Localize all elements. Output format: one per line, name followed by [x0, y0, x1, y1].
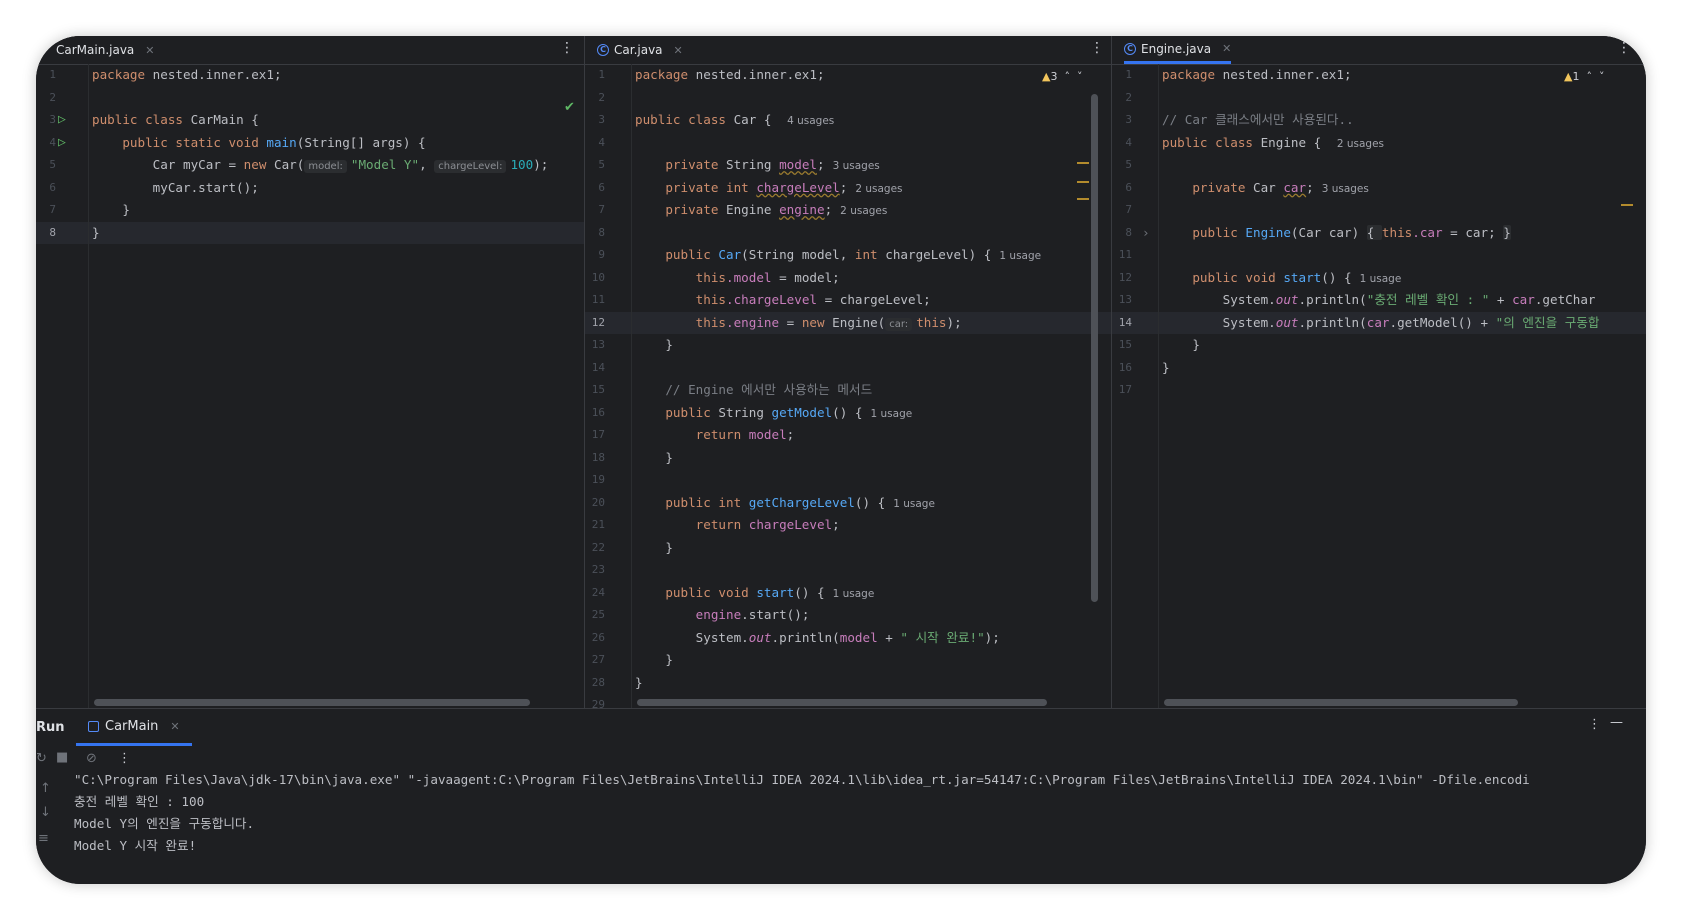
run-tab-label: CarMain — [105, 718, 159, 734]
editor-pane-car: C Car.java ✕ ⋮ ▲3 ˄ ˅ 1 package nested.in… — [584, 36, 1112, 708]
tab-bar: C Car.java ✕ ⋮ — [585, 36, 1112, 65]
tab-label: CarMain.java — [56, 43, 135, 57]
run-title: Run — [36, 720, 65, 735]
run-header: Run CarMain ✕ ⋮ — — [36, 709, 1646, 746]
class-icon: C — [597, 44, 609, 56]
console-output-line: "C:\Program Files\Java\jdk-17\bin\java.e… — [74, 772, 1530, 787]
more-options-icon[interactable]: ⋮ — [560, 40, 574, 56]
restore-layout-icon[interactable]: ⊘ — [86, 751, 97, 766]
param-hint: chargeLevel: — [434, 160, 507, 173]
run-gutter-icon[interactable]: ▷ — [58, 109, 66, 132]
tab-label: Car.java — [614, 43, 663, 57]
run-tab-carmain[interactable]: CarMain ✕ — [76, 709, 192, 746]
warning-stripe[interactable] — [1621, 204, 1633, 206]
console-output-line: Model Y 시작 완료! — [74, 838, 197, 853]
horizontal-scrollbar[interactable] — [637, 699, 1047, 706]
close-icon[interactable]: ✕ — [1222, 42, 1231, 55]
close-icon[interactable]: ✕ — [145, 44, 154, 57]
warning-stripe[interactable] — [1077, 181, 1089, 183]
ide-window: CarMain.java ✕ ⋮ ✔ 1 package nested.inner… — [36, 36, 1646, 884]
horizontal-scrollbar[interactable] — [1164, 699, 1518, 706]
editor-pane-engine: C Engine.java ✕ ⋮ ▲1 ˄ ˅ 1 package nested… — [1111, 36, 1646, 708]
close-icon[interactable]: ✕ — [674, 44, 683, 57]
run-panel: Run CarMain ✕ ⋮ — ↻ ■ ⊘ ⋮ ↑ ↓ ≡ "C:\Prog… — [36, 708, 1646, 884]
tab-bar: C Engine.java ✕ ⋮ — [1112, 36, 1646, 65]
tab-engine[interactable]: C Engine.java ✕ — [1124, 36, 1232, 64]
more-options-icon[interactable]: ⋮ — [1588, 717, 1601, 732]
more-options-icon[interactable]: ⋮ — [118, 751, 131, 766]
class-icon: C — [1124, 42, 1136, 55]
vertical-scrollbar[interactable] — [1091, 94, 1098, 602]
rerun-icon[interactable]: ↻ — [36, 751, 47, 766]
horizontal-scrollbar[interactable] — [94, 699, 530, 706]
soft-wrap-icon[interactable]: ≡ — [38, 831, 49, 846]
stop-icon[interactable]: ■ — [56, 750, 68, 765]
editor-pane-carmain: CarMain.java ✕ ⋮ ✔ 1 package nested.inner… — [36, 36, 584, 708]
warning-stripe[interactable] — [1077, 162, 1089, 164]
warning-stripe[interactable] — [1077, 198, 1089, 200]
code-area[interactable]: 1 package nested.inner.ex1; 2 3 public cla… — [585, 64, 1112, 708]
console-output-line: Model Y의 엔진을 구동합니다. — [74, 816, 255, 831]
scroll-down-icon[interactable]: ↓ — [40, 805, 51, 820]
minimize-icon[interactable]: — — [1610, 715, 1623, 730]
code-area[interactable]: 1 package nested.inner.ex1; 2 3// Car 클래스… — [1112, 64, 1646, 708]
param-hint: car: — [885, 317, 913, 331]
fold-chevron-icon[interactable]: › — [1142, 222, 1150, 245]
more-options-icon[interactable]: ⋮ — [1090, 40, 1104, 56]
tab-bar: CarMain.java ✕ ⋮ — [36, 36, 584, 65]
scroll-up-icon[interactable]: ↑ — [40, 781, 51, 796]
run-gutter-icon[interactable]: ▷ — [58, 132, 66, 155]
tab-label: Engine.java — [1141, 41, 1212, 56]
console-output-line: 충전 레벨 확인 : 100 — [74, 794, 205, 809]
close-icon[interactable]: ✕ — [170, 720, 179, 733]
code-area[interactable]: 1 package nested.inner.ex1; 2 3 ▷ public cl… — [36, 64, 584, 708]
param-hint: model: — [304, 160, 347, 173]
more-options-icon[interactable]: ⋮ — [1617, 40, 1631, 56]
tab-car[interactable]: C Car.java ✕ — [597, 36, 683, 64]
tab-carmain[interactable]: CarMain.java ✕ — [56, 36, 155, 64]
run-config-icon — [88, 720, 99, 732]
